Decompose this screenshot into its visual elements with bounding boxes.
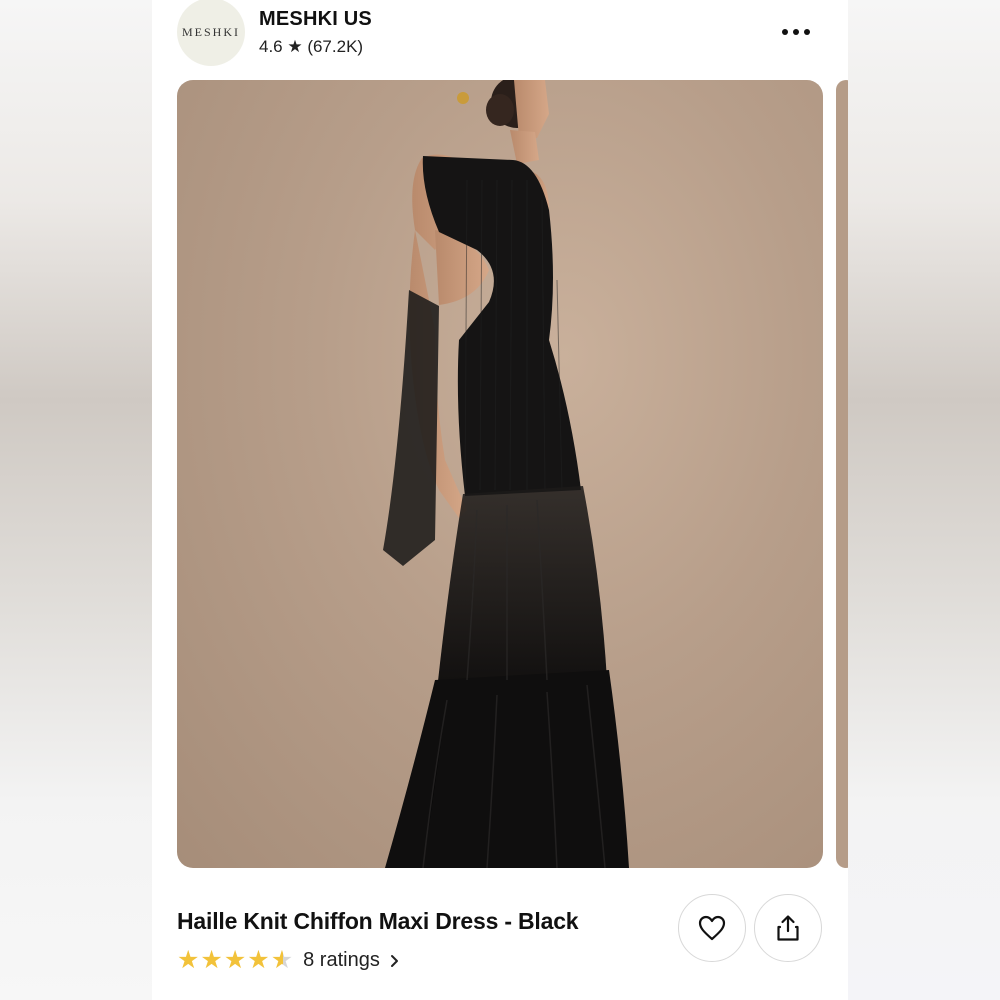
star-icon: ★ — [247, 946, 270, 974]
star-icon: ★ — [177, 946, 200, 974]
star-rating: ★ ★ ★ ★ ★ — [177, 948, 293, 973]
ratings-count: 8 ratings — [303, 949, 380, 971]
store-logo[interactable]: MESHKI — [177, 0, 245, 66]
product-title: Haille Knit Chiffon Maxi Dress - Black — [177, 908, 579, 934]
dress-photo-illustration — [383, 80, 629, 868]
store-rating: 4.6 ★ (67.2K) — [259, 37, 364, 56]
more-horizontal-icon — [782, 29, 788, 35]
chevron-right-icon — [390, 954, 399, 968]
star-icon: ★ — [223, 946, 247, 974]
product-page: MESHKI MESHKI US 4.6 ★ (67.2K) Haille Kn… — [152, 0, 848, 1000]
heart-icon — [698, 915, 726, 941]
store-logo-text: MESHKI — [181, 24, 240, 39]
share-button[interactable] — [754, 894, 822, 962]
store-name[interactable]: MESHKI US — [259, 8, 372, 31]
ratings-link[interactable]: 8 ratings — [303, 949, 399, 972]
background-left — [0, 0, 152, 1000]
next-image-peek[interactable] — [836, 80, 848, 868]
star-icon: ★ — [200, 946, 223, 974]
more-options-button[interactable] — [774, 18, 818, 46]
rating-row[interactable]: ★ ★ ★ ★ ★ 8 ratings — [177, 948, 399, 973]
half-star-icon: ★ — [270, 946, 294, 974]
share-icon — [777, 915, 799, 941]
product-image[interactable] — [177, 80, 823, 868]
like-button[interactable] — [678, 894, 746, 962]
background-right — [848, 0, 1000, 1000]
